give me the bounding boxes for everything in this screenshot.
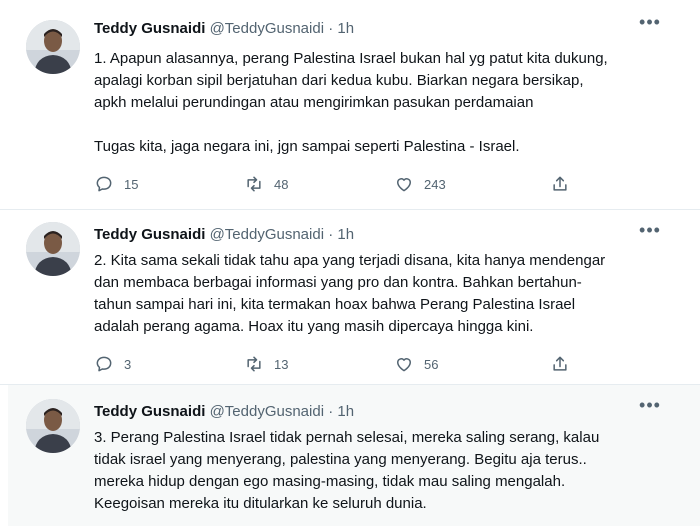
tweet-header: Teddy Gusnaidi @TeddyGusnaidi · 1h (94, 20, 354, 37)
tweet-header: Teddy Gusnaidi @TeddyGusnaidi · 1h (94, 403, 354, 420)
tweet-text: 3. Perang Palestina Israel tidak pernah … (94, 429, 600, 512)
timeline-feed: Teddy Gusnaidi @TeddyGusnaidi · 1h ••• 1… (0, 0, 700, 526)
retweet-count: 48 (274, 176, 289, 192)
retweet-icon (247, 356, 261, 372)
author-handle[interactable]: @TeddyGusnaidi (210, 403, 324, 420)
share-button[interactable] (550, 172, 580, 196)
tweet-3[interactable]: Teddy Gusnaidi @TeddyGusnaidi · 1h ••• 3… (0, 385, 700, 526)
heart-icon (397, 358, 411, 372)
like-count: 243 (424, 176, 446, 192)
author-name[interactable]: Teddy Gusnaidi (94, 20, 205, 37)
tweet-1[interactable]: Teddy Gusnaidi @TeddyGusnaidi · 1h ••• 1… (0, 0, 700, 210)
reply-count: 3 (124, 356, 132, 372)
author-handle[interactable]: @TeddyGusnaidi (210, 20, 324, 37)
tweet-text: 1. Apapun alasannya, perang Palestina Is… (94, 50, 608, 155)
tweet-actions: 15 48 243 (94, 172, 594, 196)
retweet-button[interactable]: 13 (244, 352, 288, 376)
separator-dot: · (328, 226, 334, 243)
tweet-time[interactable]: 1h (337, 403, 354, 420)
tweet-header: Teddy Gusnaidi @TeddyGusnaidi · 1h (94, 226, 354, 243)
tweet-time[interactable]: 1h (337, 20, 354, 37)
more-icon[interactable]: ••• (638, 221, 662, 242)
tweet-2[interactable]: Teddy Gusnaidi @TeddyGusnaidi · 1h ••• 2… (0, 210, 700, 385)
like-button[interactable]: 56 (394, 352, 438, 376)
share-icon (553, 356, 567, 371)
retweet-count: 13 (274, 356, 289, 372)
heart-icon (397, 178, 411, 192)
avatar[interactable] (26, 399, 80, 453)
left-gutter (0, 385, 8, 526)
avatar[interactable] (26, 222, 80, 276)
reply-icon (96, 356, 112, 372)
avatar[interactable] (26, 20, 80, 74)
like-count: 56 (424, 356, 439, 372)
tweet-time[interactable]: 1h (337, 226, 354, 243)
separator-dot: · (328, 20, 334, 37)
more-icon[interactable]: ••• (638, 13, 662, 34)
retweet-icon (247, 176, 261, 192)
share-button[interactable] (550, 352, 580, 376)
separator-dot: · (328, 403, 334, 420)
author-handle[interactable]: @TeddyGusnaidi (210, 226, 324, 243)
reply-button[interactable]: 15 (94, 172, 138, 196)
like-button[interactable]: 243 (394, 172, 446, 196)
reply-count: 15 (124, 176, 139, 192)
retweet-button[interactable]: 48 (244, 172, 288, 196)
author-name[interactable]: Teddy Gusnaidi (94, 403, 205, 420)
more-icon[interactable]: ••• (638, 396, 662, 417)
tweet-text: 2. Kita sama sekali tidak tahu apa yang … (94, 252, 606, 335)
tweet-actions: 3 13 56 (94, 352, 594, 376)
reply-button[interactable]: 3 (94, 352, 131, 376)
author-name[interactable]: Teddy Gusnaidi (94, 226, 205, 243)
share-icon (553, 176, 567, 191)
reply-icon (96, 176, 112, 192)
